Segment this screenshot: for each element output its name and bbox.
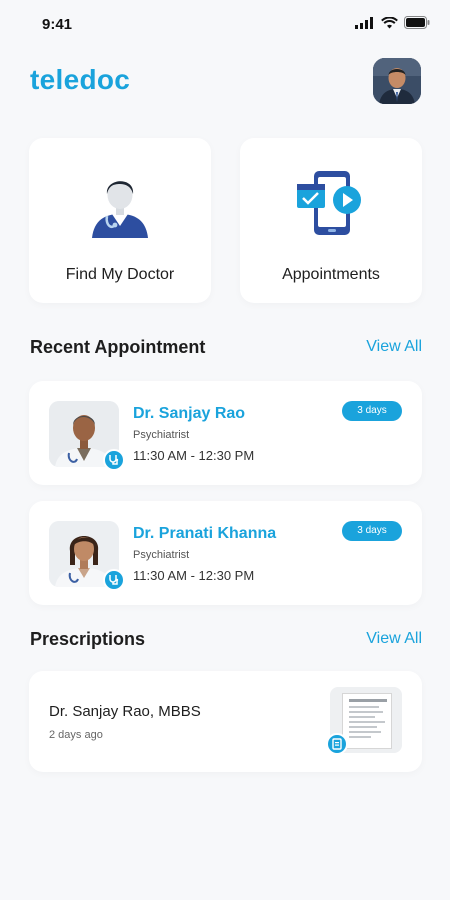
days-badge: 3 days [342,521,402,541]
prescription-card[interactable]: Dr. Sanjay Rao, MBBS 2 days ago [29,671,422,772]
doctor-photo [49,521,125,591]
prescription-document-icon [342,693,392,749]
status-bar: 9:41 [0,0,450,48]
prescription-thumbnail[interactable] [326,687,402,755]
doctor-name: Dr. Sanjay Rao [133,405,246,422]
doctor-specialty: Psychiatrist [133,429,190,441]
appointments-icon [291,168,371,243]
appointment-card[interactable]: Dr. Sanjay Rao Psychiatrist 11:30 AM - 1… [29,381,422,485]
find-doctor-tile[interactable]: Find My Doctor [29,138,211,303]
app-title: teledoc [30,64,131,95]
wifi-icon [381,16,398,28]
battery-icon [404,16,430,29]
profile-avatar[interactable] [373,58,421,104]
prescription-doctor: Dr. Sanjay Rao, MBBS [49,703,201,720]
appointments-label: Appointments [282,266,380,283]
stethoscope-icon [103,449,125,471]
status-time: 9:41 [42,16,73,33]
doctor-photo [49,401,125,471]
doctor-specialty: Psychiatrist [133,549,190,561]
doctor-icon [85,168,155,243]
doctor-name: Dr. Pranati Khanna [133,525,277,542]
prescriptions-view-all-link[interactable]: View All [366,630,422,648]
recent-view-all-link[interactable]: View All [366,338,422,356]
status-icons [355,16,430,29]
prescription-icon [326,733,348,755]
recent-appointment-title: Recent Appointment [30,337,206,357]
days-badge: 3 days [342,401,402,421]
appointment-time: 11:30 AM - 12:30 PM [133,448,255,463]
prescription-date: 2 days ago [49,729,103,741]
prescriptions-title: Prescriptions [30,629,146,649]
stethoscope-icon [103,569,125,591]
appointment-card[interactable]: Dr. Pranati Khanna Psychiatrist 11:30 AM… [29,501,422,605]
app-header: teledoc [0,56,450,108]
signal-icon [355,16,373,29]
find-doctor-label: Find My Doctor [65,266,175,283]
appointments-tile[interactable]: Appointments [240,138,422,303]
appointment-time: 11:30 AM - 12:30 PM [133,568,255,583]
